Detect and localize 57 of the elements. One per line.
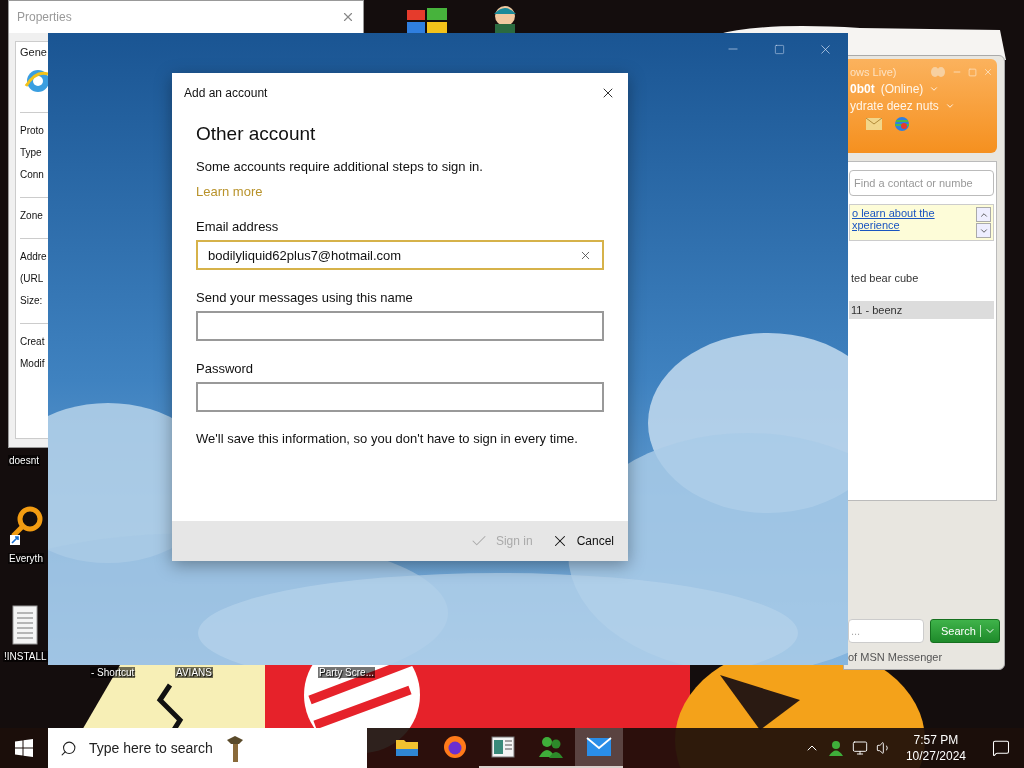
speech-bubble-icon: [992, 739, 1010, 757]
clock-time[interactable]: 7:57 PM: [913, 732, 959, 748]
tiles-icon[interactable]: [405, 6, 449, 34]
taskbar-search-field[interactable]: Type here to search: [48, 728, 367, 768]
contact-item[interactable]: ted bear cube: [849, 269, 994, 287]
info-text: We'll save this information, so you don't have to sign in every time.: [196, 430, 579, 448]
caret-icon: [979, 625, 996, 637]
dialog-caption: Add an account: [184, 86, 268, 100]
property-label: Creat: [20, 336, 45, 348]
monitor-icon: [851, 740, 868, 756]
taskbar-app-button[interactable]: [575, 728, 623, 768]
cancel-button[interactable]: Cancel: [548, 530, 616, 552]
search-button[interactable]: Search: [930, 619, 1000, 643]
contact-item[interactable]: 11 - beenz: [849, 301, 994, 319]
property-label: Zone: [20, 210, 43, 222]
windows-logo-icon: [15, 739, 33, 757]
folder-icon: [395, 737, 419, 757]
document-icon[interactable]: [12, 605, 39, 645]
property-label: Proto: [20, 125, 44, 137]
desktop-icon-label[interactable]: doesnt: [8, 455, 41, 466]
desktop-icon-label[interactable]: !INSTALL: [3, 651, 48, 662]
banner-link[interactable]: o learn about the: [852, 207, 976, 219]
property-label: Addre: [20, 251, 47, 263]
property-label: Conn: [20, 169, 44, 181]
desktop-icon-label[interactable]: Everyth: [8, 553, 44, 564]
field-label: Email address: [196, 219, 280, 234]
tab[interactable]: Gene: [20, 42, 47, 62]
window-icon: [491, 736, 515, 758]
web-search-field[interactable]: ...: [848, 619, 924, 643]
input-field[interactable]: [196, 311, 604, 341]
user-name: 0b0t: [850, 82, 875, 96]
footer-text: of MSN Messenger: [847, 650, 944, 665]
banner-link[interactable]: xperience: [852, 219, 976, 231]
close-icon: [341, 10, 355, 24]
property-label: (URL: [20, 273, 44, 285]
people-icon: [538, 735, 564, 759]
input-field[interactable]: bodilyliquid62plus7@hotmail.com: [196, 240, 604, 270]
field-label: Send your messages using this name: [196, 290, 414, 305]
desktop-icon-label[interactable]: Party Scre...: [318, 667, 375, 678]
envelope-icon: [586, 737, 612, 757]
field-label: Password: [196, 361, 255, 376]
property-label: Type: [20, 147, 42, 159]
search-field[interactable]: Find a contact or numbe: [849, 170, 994, 196]
maximize-icon: [773, 43, 785, 55]
desktop-icon-label[interactable]: - Shortcut: [90, 667, 136, 678]
dialog-title: Other account: [196, 123, 317, 145]
property-label: Size:: [20, 295, 43, 307]
property-label: Modif: [20, 358, 45, 370]
window-title: Properties: [17, 10, 72, 24]
desktop-icon-label[interactable]: AVIANS: [175, 667, 213, 678]
window-title: ows Live): [850, 66, 898, 78]
intro-text: Some accounts require additional steps to sign in.: [196, 159, 484, 174]
search-icon: [60, 739, 77, 757]
person-icon: [827, 740, 844, 756]
clock-date[interactable]: 10/27/2024: [905, 748, 966, 764]
magnifier-icon[interactable]: [8, 505, 44, 547]
input-field[interactable]: [196, 382, 604, 412]
